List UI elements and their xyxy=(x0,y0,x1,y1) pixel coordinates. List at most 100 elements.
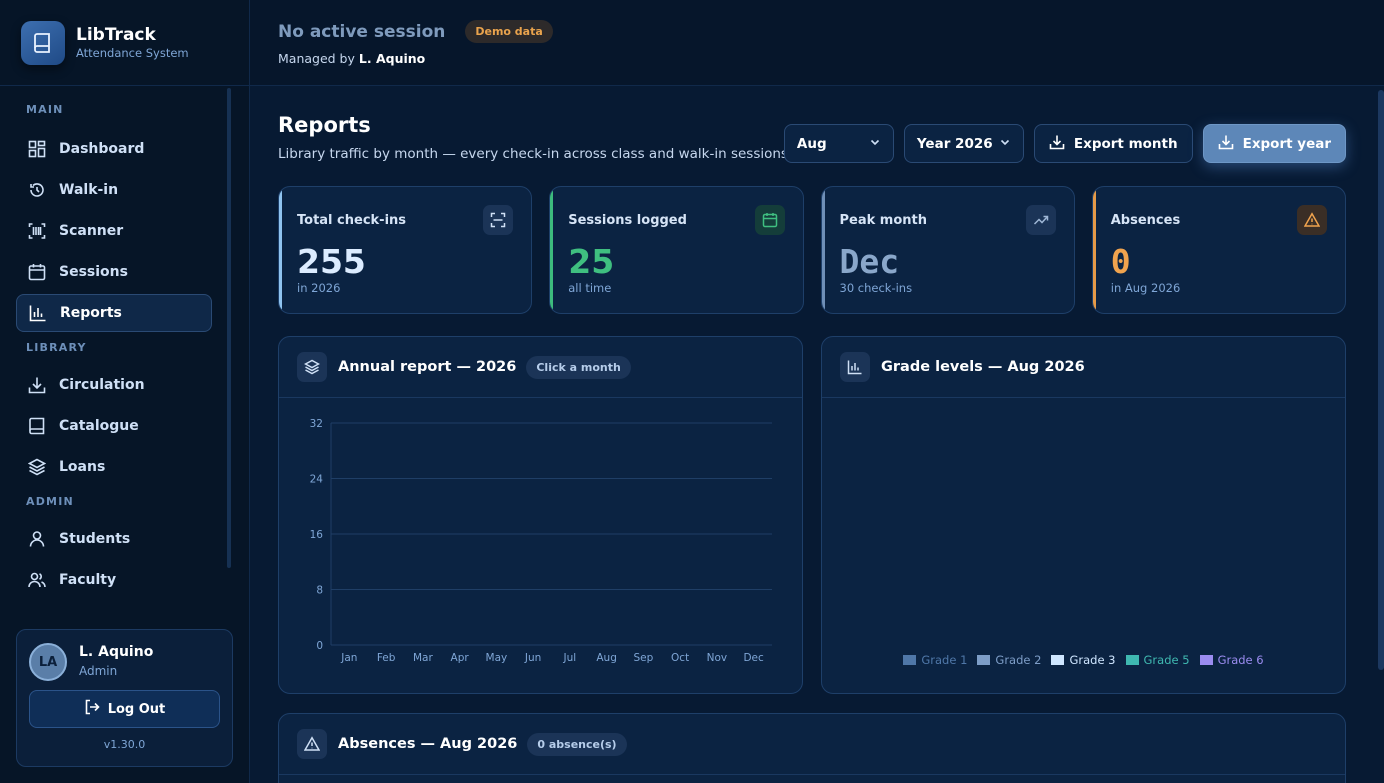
stat-value: Dec xyxy=(839,242,900,281)
page-subtitle: Library traffic by month — every check-i… xyxy=(278,146,793,162)
sidebar-item-scanner[interactable]: Scanner xyxy=(16,212,212,250)
stat-absences: Absences 0 in Aug 2026 xyxy=(1091,186,1346,314)
logout-button[interactable]: Log Out xyxy=(29,690,220,728)
x-tick-label[interactable]: Dec xyxy=(743,652,764,664)
export-month-button[interactable]: Export month xyxy=(1033,124,1193,163)
calendar-icon xyxy=(754,205,785,235)
content-scrollbar[interactable] xyxy=(1378,90,1384,670)
sidebar-item-label: Reports xyxy=(60,305,122,321)
sidebar-item-label: Walk-in xyxy=(59,182,119,198)
sidebar-item-circulation[interactable]: Circulation xyxy=(16,366,212,404)
x-tick-label[interactable]: May xyxy=(486,652,508,664)
legend-item[interactable]: Grade 1 xyxy=(903,653,967,667)
stat-sub: in Aug 2026 xyxy=(1110,281,1181,295)
x-tick-label[interactable]: Mar xyxy=(413,652,433,664)
stat-label: Absences xyxy=(1110,213,1181,228)
sidebar-item-label: Catalogue xyxy=(59,418,139,434)
warning-icon xyxy=(297,729,327,759)
legend-label: Grade 3 xyxy=(1069,653,1116,667)
managed-prefix: Managed by xyxy=(278,51,355,66)
sidebar-item-students[interactable]: Students xyxy=(16,520,212,558)
click-month-chip: Click a month xyxy=(526,355,631,379)
x-tick-label[interactable]: Aug xyxy=(596,652,617,664)
x-tick-label[interactable]: Apr xyxy=(451,652,470,664)
legend-item[interactable]: Grade 6 xyxy=(1199,653,1264,667)
logout-icon xyxy=(84,699,100,719)
absence-count-chip: 0 absence(s) xyxy=(527,732,627,756)
y-tick-label: 0 xyxy=(316,640,323,652)
report-controls: Aug Year 2026 Export month Export year xyxy=(783,124,1346,163)
absences-title: Absences — Aug 2026 xyxy=(338,736,518,752)
calendar-icon xyxy=(27,262,47,282)
legend-label: Grade 2 xyxy=(995,653,1042,667)
annual-report-panel: Annual report — 2026 Click a month 0 8 16 2… xyxy=(278,336,803,694)
legend-swatch xyxy=(977,655,991,665)
year-select[interactable]: Year 2026 xyxy=(903,124,1024,163)
sidebar-nav: MAIN Dashboard Walk-in Scanner Sessions … xyxy=(0,86,249,626)
x-tick-label[interactable]: Nov xyxy=(707,652,728,664)
sidebar-item-reports[interactable]: Reports xyxy=(16,294,212,332)
sidebar-item-catalogue[interactable]: Catalogue xyxy=(16,407,212,445)
sidebar-item-label: Dashboard xyxy=(59,141,145,157)
stat-value: 255 xyxy=(297,242,366,281)
nav-section-library: LIBRARY xyxy=(26,341,87,354)
stat-accent xyxy=(1092,187,1096,313)
sidebar-item-label: Faculty xyxy=(59,572,117,588)
x-tick-label[interactable]: Sep xyxy=(633,652,653,664)
legend-label: Grade 5 xyxy=(1143,653,1190,667)
month-select[interactable]: Aug xyxy=(783,124,894,163)
sidebar: LibTrack Attendance System MAIN Dashboar… xyxy=(0,0,250,783)
grid-icon xyxy=(27,139,47,159)
legend-swatch xyxy=(1199,655,1213,665)
scan-icon xyxy=(483,205,514,235)
x-tick-label[interactable]: Oct xyxy=(671,652,689,664)
legend-swatch xyxy=(1051,655,1065,665)
sidebar-item-label: Sessions xyxy=(59,264,128,280)
legend-item[interactable]: Grade 3 xyxy=(1051,653,1116,667)
x-tick-label[interactable]: Jul xyxy=(563,652,577,664)
user-card: LA L. Aquino Admin Log Out v1.30.0 xyxy=(16,629,233,767)
month-select-value: Aug xyxy=(796,135,827,152)
x-tick-label[interactable]: Feb xyxy=(377,652,396,664)
stat-peak-month: Peak month Dec 30 check-ins xyxy=(820,186,1075,314)
bar-chart-icon xyxy=(840,352,870,382)
sidebar-item-label: Students xyxy=(59,531,131,547)
user-icon xyxy=(27,529,47,549)
sidebar-item-label: Loans xyxy=(59,459,106,475)
chevron-down-icon xyxy=(869,136,881,152)
sidebar-item-faculty[interactable]: Faculty xyxy=(16,561,212,599)
x-tick-label[interactable]: Jun xyxy=(524,652,541,664)
sidebar-item-sessions[interactable]: Sessions xyxy=(16,253,212,291)
stat-label: Total check-ins xyxy=(297,213,407,228)
managed-name: L. Aquino xyxy=(358,51,426,66)
sidebar-item-loans[interactable]: Loans xyxy=(16,448,212,486)
session-status: No active session xyxy=(278,21,446,42)
brand-title: LibTrack xyxy=(76,25,156,45)
legend-label: Grade 6 xyxy=(1217,653,1264,667)
x-tick-label[interactable]: Jan xyxy=(340,652,357,664)
stat-cards: Total check-ins 255 in 2026 Sessions log… xyxy=(278,186,1346,314)
logout-label: Log Out xyxy=(107,701,166,717)
app-version: v1.30.0 xyxy=(103,738,146,751)
year-select-value: Year 2026 xyxy=(916,135,993,152)
annual-report-chart[interactable]: 0 8 16 24 32 Jan Feb Mar Apr May Jun Jul Aug Sep Oct No… xyxy=(279,399,802,694)
grade-levels-panel: Grade levels — Aug 2026 Grade 1 Grade 2 Gr… xyxy=(821,336,1346,694)
topbar: No active session Demo data Managed by L… xyxy=(250,0,1384,86)
stat-label: Peak month xyxy=(839,213,928,228)
brand: LibTrack Attendance System xyxy=(0,0,249,86)
legend-item[interactable]: Grade 5 xyxy=(1125,653,1190,667)
absences-panel: Absences — Aug 2026 0 absence(s) xyxy=(278,713,1346,783)
sidebar-item-dashboard[interactable]: Dashboard xyxy=(16,130,212,168)
book-icon xyxy=(21,20,65,65)
users-icon xyxy=(27,570,47,590)
stat-sub: all time xyxy=(568,281,612,295)
layers-icon xyxy=(297,352,327,382)
export-year-button[interactable]: Export year xyxy=(1202,124,1346,163)
y-tick-label: 16 xyxy=(310,529,324,541)
demo-badge: Demo data xyxy=(465,20,553,43)
legend-item[interactable]: Grade 2 xyxy=(977,653,1041,667)
chevron-down-icon xyxy=(999,136,1011,152)
sidebar-item-walkin[interactable]: Walk-in xyxy=(16,171,212,209)
nav-section-admin: ADMIN xyxy=(26,495,74,508)
sidebar-scrollbar[interactable] xyxy=(227,88,231,568)
